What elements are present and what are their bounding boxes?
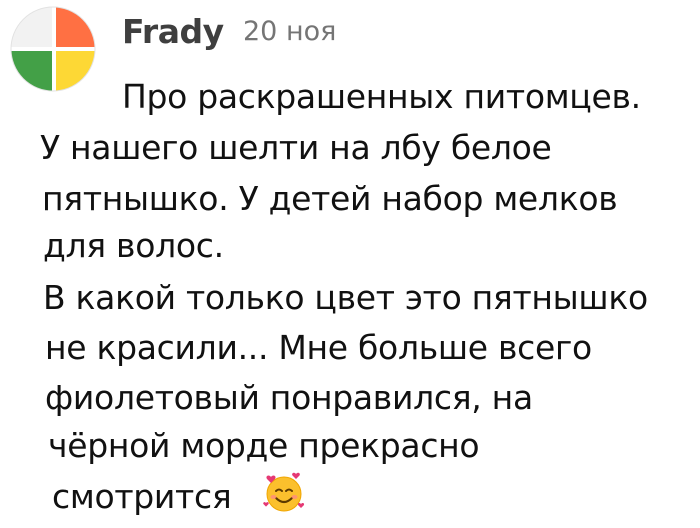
- comment-line: Про раскрашенных питомцев.: [122, 77, 641, 116]
- comment-line: чёрной морде прекрасно: [48, 426, 480, 465]
- comment-line: У нашего шелти на лбу белое: [40, 128, 552, 167]
- smiling-face-with-hearts-icon: [262, 470, 306, 514]
- author-name[interactable]: Frady: [122, 12, 224, 51]
- comment: Frady 20 ноя Про раскрашенных питомцев. …: [0, 0, 700, 528]
- comment-line: фиолетовый понравился, на: [45, 378, 533, 417]
- comment-date: 20 ноя: [243, 16, 337, 47]
- comment-line: для волос.: [43, 226, 224, 265]
- comment-line: не красили... Мне больше всего: [45, 328, 592, 367]
- comment-line: пятнышко. У детей набор мелков: [42, 179, 618, 218]
- avatar-icon: [10, 6, 96, 92]
- avatar[interactable]: [10, 6, 96, 92]
- comment-line: смотрится: [52, 477, 232, 516]
- comment-line: В какой только цвет это пятнышко: [43, 278, 648, 317]
